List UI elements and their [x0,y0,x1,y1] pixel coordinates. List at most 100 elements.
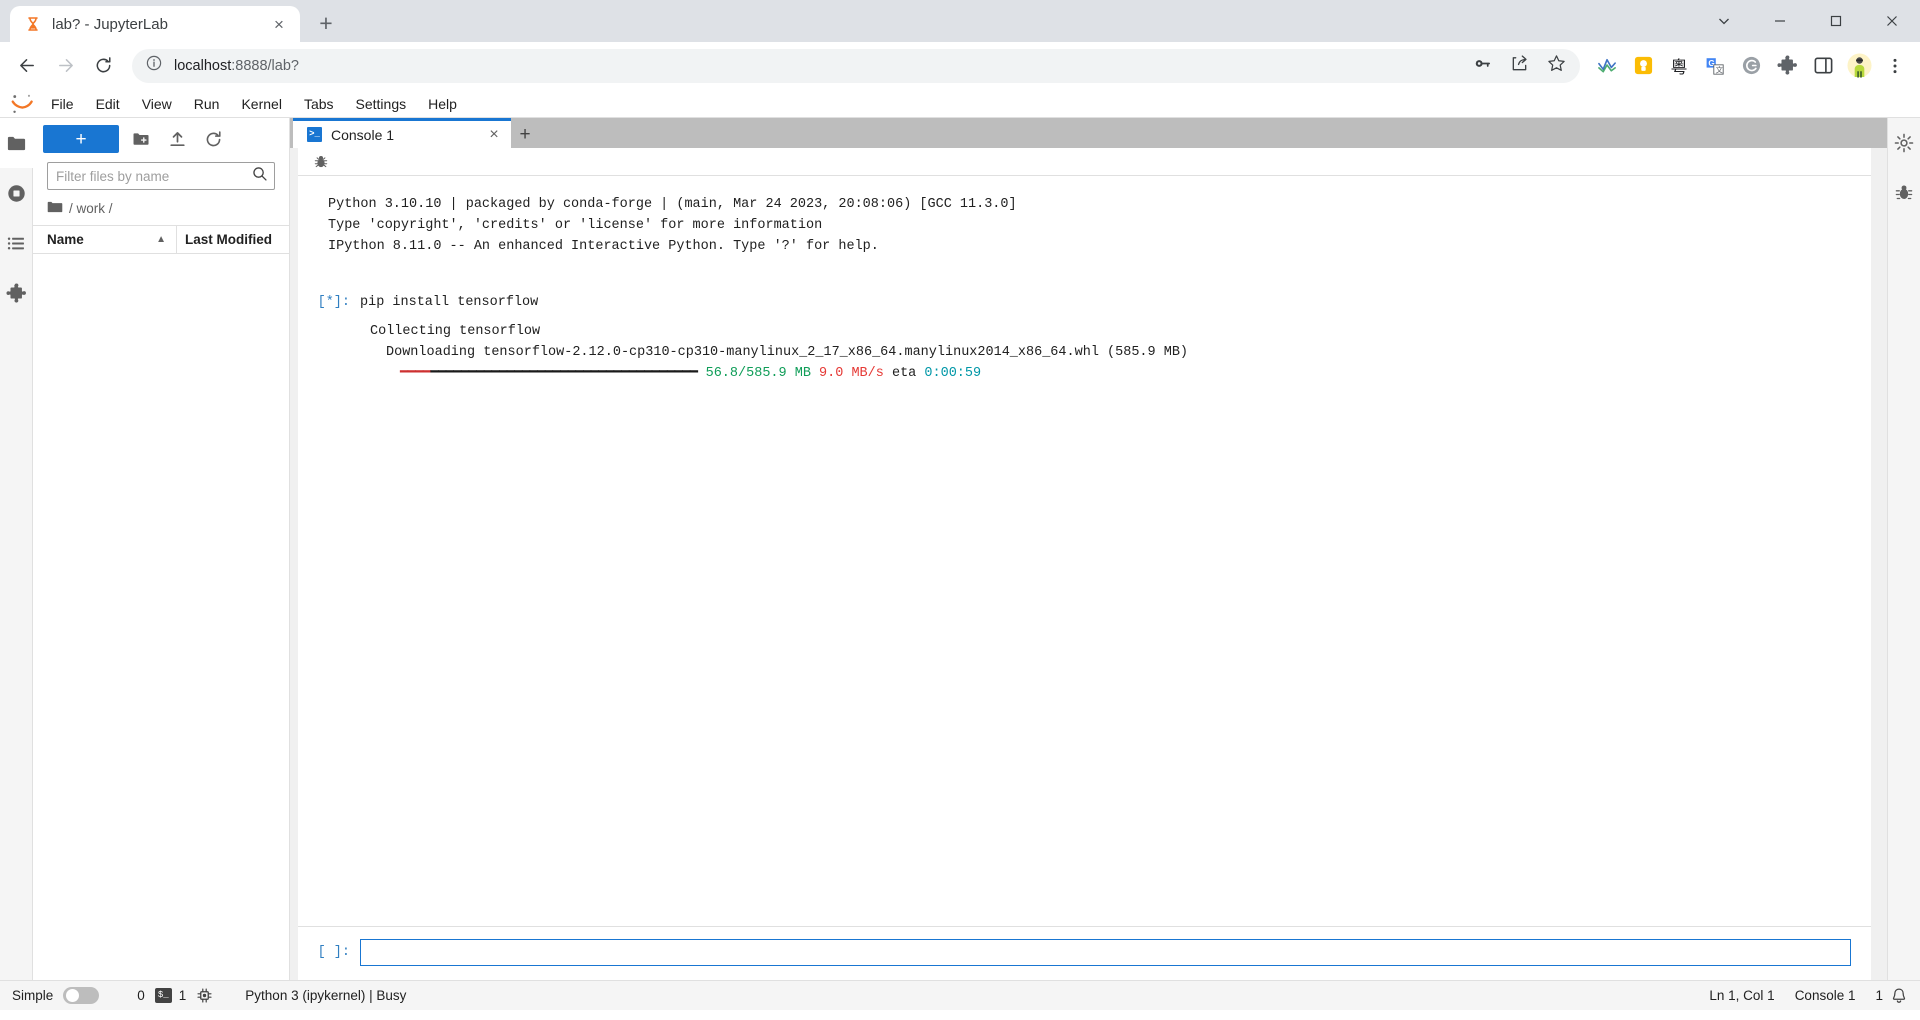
back-icon[interactable] [10,49,44,83]
debug-bug-icon[interactable] [310,151,332,173]
file-list[interactable] [33,254,289,980]
new-launcher-button[interactable]: + [43,125,119,153]
progress-eta-value: 0:00:59 [924,366,981,381]
column-name-label: Name [47,232,84,247]
cantonese-icon[interactable]: 粵 [1664,51,1694,81]
key-icon[interactable] [1473,54,1492,78]
profile-avatar-icon[interactable] [1844,51,1874,81]
menu-run[interactable]: Run [183,92,231,116]
file-browser-toolbar: + [33,118,289,160]
banner-line-2: Type 'copyright', 'credits' or 'license'… [298,215,1871,236]
puzzle-extensions-icon[interactable] [1772,51,1802,81]
right-sidebar-rail [1887,118,1920,980]
debugger-icon[interactable] [1888,168,1920,218]
menu-settings[interactable]: Settings [345,92,418,116]
cell-prompt: [*]: [298,292,360,313]
file-browser-panel: + [33,118,290,980]
share-icon[interactable] [1510,54,1529,78]
output-progress-bar: ━━━━━━━━━━━━━━━━━━━━━━━━━━━━━━━━━━━━━━━ … [298,363,1871,384]
hourglass-icon [24,15,42,33]
terminal-session-status[interactable]: $_ 1 [155,988,187,1003]
refresh-icon[interactable] [199,125,227,153]
column-header-name[interactable]: Name ▲ [33,226,177,253]
breadcrumb-path: / work / [69,201,113,216]
simple-mode-toggle[interactable] [63,987,99,1004]
browser-tab-strip: lab? - JupyterLab × + [0,0,1920,42]
simple-mode-label: Simple [12,988,53,1003]
status-bar: Simple 0 $_ 1 Python 3 (ipykernel) | Bus… [0,980,1920,1010]
dock-tab-bar: >_ Console 1 × + [290,118,1887,148]
close-window-button[interactable] [1864,0,1920,42]
menu-view[interactable]: View [131,92,183,116]
console-icon: >_ [307,127,322,142]
jupyter-body: + [0,118,1920,980]
console-input-editor[interactable] [360,939,1851,966]
upload-icon[interactable] [163,125,191,153]
progress-size: 56.8/585.9 MB [706,366,811,381]
google-keep-icon[interactable] [1628,51,1658,81]
output-downloading: Downloading tensorflow-2.12.0-cp310-cp31… [298,342,1871,363]
browser-toolbar: localhost:8888/lab? [0,42,1920,90]
running-terminals-icon[interactable] [0,168,33,218]
table-of-contents-icon[interactable] [0,218,33,268]
maximize-button[interactable] [1808,0,1864,42]
zigzag-chart-icon[interactable] [1592,51,1622,81]
address-bar[interactable]: localhost:8888/lab? [132,49,1580,83]
terminal-count-value: 1 [179,988,187,1003]
kernel-status-text[interactable]: Python 3 (ipykernel) | Busy [245,988,406,1003]
menu-file[interactable]: File [40,92,85,116]
chrome-menu-icon[interactable] [1880,51,1910,81]
google-translate-icon[interactable]: G 文 [1700,51,1730,81]
status-bar-right: Ln 1, Col 1 Console 1 1 [1709,987,1908,1005]
tab-search-chevron-icon[interactable] [1696,0,1752,42]
jupyterlab-app: File Edit View Run Kernel Tabs Settings … [0,90,1920,1010]
notification-status[interactable]: 1 [1875,987,1908,1005]
executed-cell: [*]: pip install tensorflow [298,257,1871,313]
url-path: :8888/lab? [231,58,299,74]
menu-help[interactable]: Help [417,92,468,116]
search-input[interactable] [56,169,252,184]
kernel-session-count[interactable]: 0 [137,988,145,1003]
grammarly-icon[interactable] [1736,51,1766,81]
menu-edit[interactable]: Edit [85,92,131,116]
terminal-icon: $_ [155,988,172,1003]
console-input-row: [ ]: [298,927,1871,980]
cursor-position[interactable]: Ln 1, Col 1 [1709,988,1774,1003]
bell-icon[interactable] [1890,987,1908,1005]
toggle-knob [66,989,79,1002]
search-icon[interactable] [252,166,268,187]
menu-kernel[interactable]: Kernel [230,92,292,116]
close-icon[interactable]: × [268,13,290,35]
close-icon[interactable]: × [485,126,503,144]
add-tab-button[interactable]: + [511,122,539,148]
tab-console-1[interactable]: >_ Console 1 × [293,118,511,148]
menu-tabs[interactable]: Tabs [293,92,345,116]
property-inspector-icon[interactable] [1888,118,1920,168]
jupyter-logo [4,91,40,117]
extension-manager-icon[interactable] [0,268,33,318]
breadcrumb[interactable]: / work / [33,198,289,225]
minimize-button[interactable] [1752,0,1808,42]
new-folder-icon[interactable] [127,125,155,153]
column-header-last-modified[interactable]: Last Modified [177,226,289,253]
console-input-prompt: [ ]: [298,945,360,960]
progress-track: ━━━━━━━━━━━━━━━━━━━━━━━━━━━━━━━━━━━ [431,366,698,381]
file-filter-wrap [33,160,289,198]
progress-speed: 9.0 MB/s [819,366,884,381]
folder-icon [47,200,63,217]
file-list-header: Name ▲ Last Modified [33,225,289,254]
progress-filled: ━━━━ [400,366,431,381]
kernel-chip-icon[interactable] [196,987,213,1004]
active-document-name[interactable]: Console 1 [1795,988,1856,1003]
info-circle-icon[interactable] [146,55,162,76]
forward-icon[interactable] [48,49,82,83]
file-browser-icon[interactable] [0,118,33,168]
new-tab-button[interactable]: + [310,7,342,39]
browser-tab[interactable]: lab? - JupyterLab × [10,6,300,42]
extensions-row: 粵 G 文 [1592,51,1910,81]
bookmark-star-icon[interactable] [1547,54,1566,78]
reload-icon[interactable] [86,49,120,83]
side-panel-icon[interactable] [1808,51,1838,81]
file-filter[interactable] [47,162,275,190]
url-host: localhost [174,58,231,74]
